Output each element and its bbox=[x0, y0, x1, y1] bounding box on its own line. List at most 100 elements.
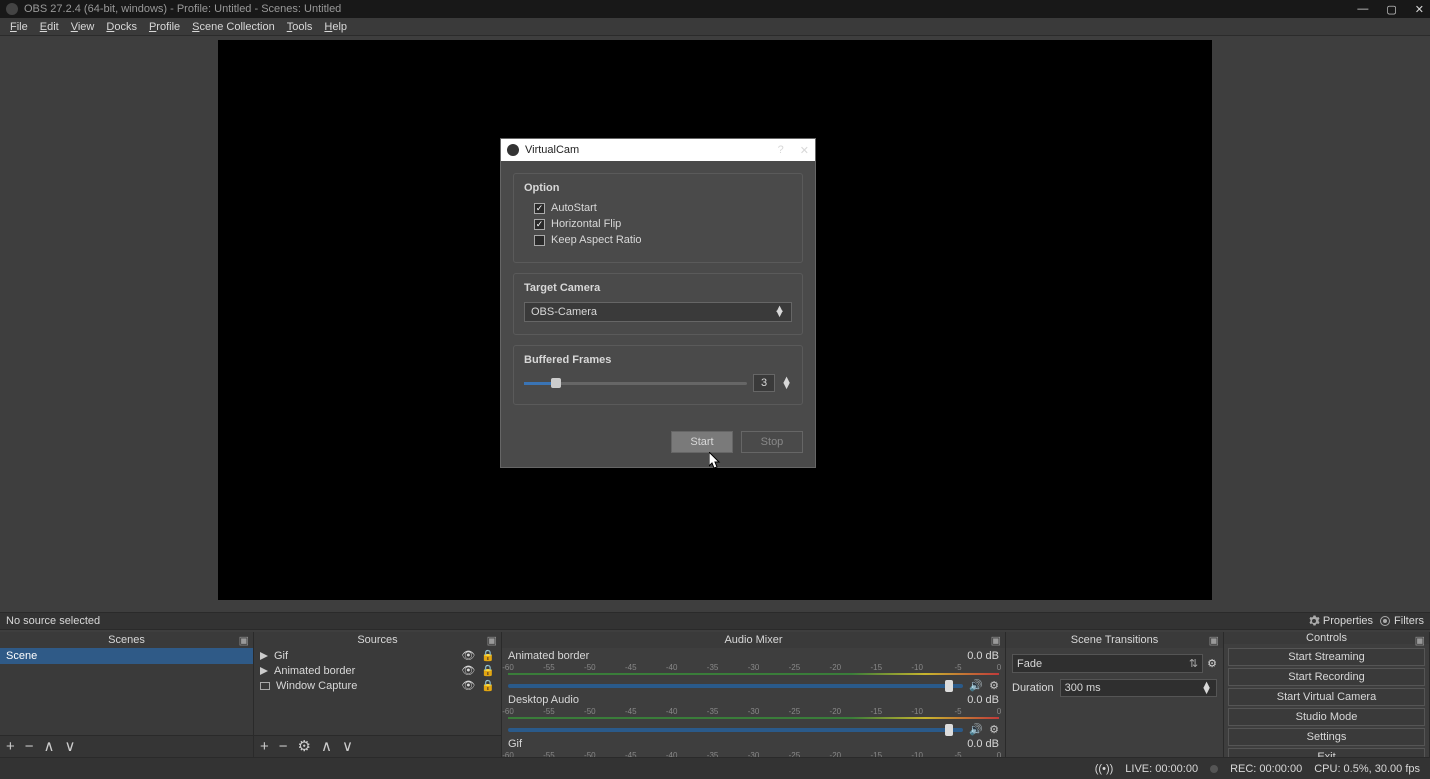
menu-file[interactable]: File bbox=[4, 21, 34, 33]
undock-icon[interactable]: ▣ bbox=[239, 634, 249, 647]
source-item[interactable]: Animated border 👁 🔒 bbox=[254, 663, 501, 678]
slider-thumb[interactable] bbox=[945, 680, 953, 692]
app-icon bbox=[6, 3, 18, 15]
duration-input[interactable]: 300 ms ▲▼ bbox=[1060, 679, 1217, 697]
filters-button[interactable]: Filters bbox=[1379, 615, 1424, 627]
keep-aspect-label: Keep Aspect Ratio bbox=[551, 234, 642, 246]
control-button-start-streaming[interactable]: Start Streaming bbox=[1228, 648, 1425, 666]
channel-settings-button[interactable]: ⚙ bbox=[989, 679, 999, 692]
source-settings-button[interactable]: ⚙ bbox=[298, 739, 311, 754]
minimize-button[interactable]: — bbox=[1357, 3, 1368, 16]
remove-scene-button[interactable]: − bbox=[25, 739, 34, 754]
menu-profile[interactable]: Profile bbox=[143, 21, 186, 33]
close-button[interactable]: ✕ bbox=[1415, 3, 1424, 16]
play-icon bbox=[260, 652, 268, 660]
volume-slider[interactable] bbox=[508, 684, 963, 688]
slider-thumb[interactable] bbox=[551, 378, 561, 388]
buffered-frames-value[interactable]: 3 bbox=[753, 374, 775, 392]
menubar: File Edit View Docks Profile Scene Colle… bbox=[0, 18, 1430, 36]
window-titlebar: OBS 27.2.4 (64-bit, windows) - Profile: … bbox=[0, 0, 1430, 18]
transitions-title: Scene Transitions bbox=[1071, 634, 1158, 646]
control-button-start-recording[interactable]: Start Recording bbox=[1228, 668, 1425, 686]
control-button-start-virtual-camera[interactable]: Start Virtual Camera bbox=[1228, 688, 1425, 706]
menu-view[interactable]: View bbox=[65, 21, 101, 33]
autostart-checkbox[interactable] bbox=[534, 203, 545, 214]
undock-icon[interactable]: ▣ bbox=[1209, 634, 1219, 647]
scene-up-button[interactable]: ∧ bbox=[44, 739, 55, 754]
control-button-settings[interactable]: Settings bbox=[1228, 728, 1425, 746]
add-source-button[interactable]: + bbox=[260, 739, 269, 754]
dialog-close-button[interactable]: ✕ bbox=[800, 144, 809, 157]
transitions-panel: Scene Transitions ▣ Fade ⇅ ⚙ Duration 300… bbox=[1006, 632, 1224, 757]
speaker-icon[interactable]: 🔊 bbox=[969, 679, 983, 692]
buffered-frames-slider[interactable] bbox=[524, 382, 747, 385]
controls-title: Controls bbox=[1306, 632, 1347, 644]
channel-db: 0.0 dB bbox=[967, 650, 999, 662]
lock-icon[interactable]: 🔒 bbox=[481, 649, 495, 662]
target-camera-label: Target Camera bbox=[524, 282, 792, 294]
live-status: LIVE: 00:00:00 bbox=[1125, 763, 1198, 775]
scene-down-button[interactable]: ∨ bbox=[65, 739, 76, 754]
horizontal-flip-checkbox[interactable] bbox=[534, 219, 545, 230]
slider-thumb[interactable] bbox=[945, 724, 953, 736]
control-button-studio-mode[interactable]: Studio Mode bbox=[1228, 708, 1425, 726]
target-camera-group: Target Camera OBS-Camera ▲▼ bbox=[513, 273, 803, 335]
duration-label: Duration bbox=[1012, 682, 1054, 694]
spinner-icon: ▲▼ bbox=[774, 307, 785, 317]
properties-button[interactable]: Properties bbox=[1308, 615, 1373, 627]
audio-mixer-panel: Audio Mixer▣ Animated border0.0 dB -60-5… bbox=[502, 632, 1006, 757]
transition-settings-button[interactable]: ⚙ bbox=[1207, 657, 1217, 670]
chevron-updown-icon: ⇅ bbox=[1189, 657, 1198, 670]
source-item[interactable]: Gif 👁 🔒 bbox=[254, 648, 501, 663]
target-camera-select[interactable]: OBS-Camera ▲▼ bbox=[524, 302, 792, 322]
lock-icon[interactable]: 🔒 bbox=[481, 679, 495, 692]
channel-name: Gif bbox=[508, 738, 522, 750]
buffered-frames-spinner[interactable]: ▲▼ bbox=[781, 377, 792, 389]
visibility-icon[interactable]: 👁 bbox=[461, 649, 475, 662]
visibility-icon[interactable]: 👁 bbox=[461, 664, 475, 677]
remove-source-button[interactable]: − bbox=[279, 739, 288, 754]
menu-edit[interactable]: Edit bbox=[34, 21, 65, 33]
dialog-title: VirtualCam bbox=[525, 144, 579, 156]
stop-button[interactable]: Stop bbox=[741, 431, 803, 453]
rec-dot-icon bbox=[1210, 765, 1218, 773]
dialog-titlebar: VirtualCam ? ✕ bbox=[501, 139, 815, 161]
source-item[interactable]: Window Capture 👁 🔒 bbox=[254, 678, 501, 693]
menu-docks[interactable]: Docks bbox=[100, 21, 143, 33]
source-toolbar: No source selected Properties Filters bbox=[0, 612, 1430, 630]
speaker-icon[interactable]: 🔊 bbox=[969, 723, 983, 736]
controls-panel: Controls ▣ Start Streaming Start Recording… bbox=[1224, 632, 1430, 757]
filter-icon bbox=[1379, 615, 1391, 627]
undock-icon[interactable]: ▣ bbox=[487, 634, 497, 647]
gear-icon bbox=[1308, 615, 1320, 627]
help-button[interactable]: ? bbox=[778, 144, 784, 157]
volume-slider[interactable] bbox=[508, 728, 963, 732]
no-source-label: No source selected bbox=[6, 615, 100, 627]
autostart-label: AutoStart bbox=[551, 202, 597, 214]
sources-panel: Sources ▣ Gif 👁 🔒 Animated border 👁 🔒 Win… bbox=[254, 632, 502, 757]
visibility-icon[interactable]: 👁 bbox=[461, 679, 475, 692]
scenes-toolbar: + − ∧ ∨ bbox=[0, 735, 253, 757]
scene-item[interactable]: Scene bbox=[0, 648, 253, 664]
maximize-button[interactable]: ▢ bbox=[1386, 3, 1396, 16]
source-down-button[interactable]: ∨ bbox=[342, 739, 353, 754]
start-button[interactable]: Start bbox=[671, 431, 733, 453]
sources-toolbar: + − ⚙ ∧ ∨ bbox=[254, 735, 501, 757]
menu-tools[interactable]: Tools bbox=[281, 21, 319, 33]
source-up-button[interactable]: ∧ bbox=[321, 739, 332, 754]
window-icon bbox=[260, 682, 270, 690]
spinner-icon: ▲▼ bbox=[1201, 682, 1212, 694]
scenes-panel: Scenes▣ Scene + − ∧ ∨ bbox=[0, 632, 254, 757]
keep-aspect-checkbox[interactable] bbox=[534, 235, 545, 246]
menu-scene-collection[interactable]: Scene Collection bbox=[186, 21, 281, 33]
channel-settings-button[interactable]: ⚙ bbox=[989, 723, 999, 736]
transition-select[interactable]: Fade ⇅ bbox=[1012, 654, 1203, 673]
sources-title: Sources bbox=[357, 634, 397, 646]
menu-help[interactable]: Help bbox=[318, 21, 353, 33]
virtualcam-dialog: VirtualCam ? ✕ Option AutoStart Horizont… bbox=[500, 138, 816, 468]
lock-icon[interactable]: 🔒 bbox=[481, 664, 495, 677]
undock-icon[interactable]: ▣ bbox=[1415, 634, 1425, 647]
undock-icon[interactable]: ▣ bbox=[991, 634, 1001, 647]
add-scene-button[interactable]: + bbox=[6, 739, 15, 754]
dialog-icon bbox=[507, 144, 519, 156]
